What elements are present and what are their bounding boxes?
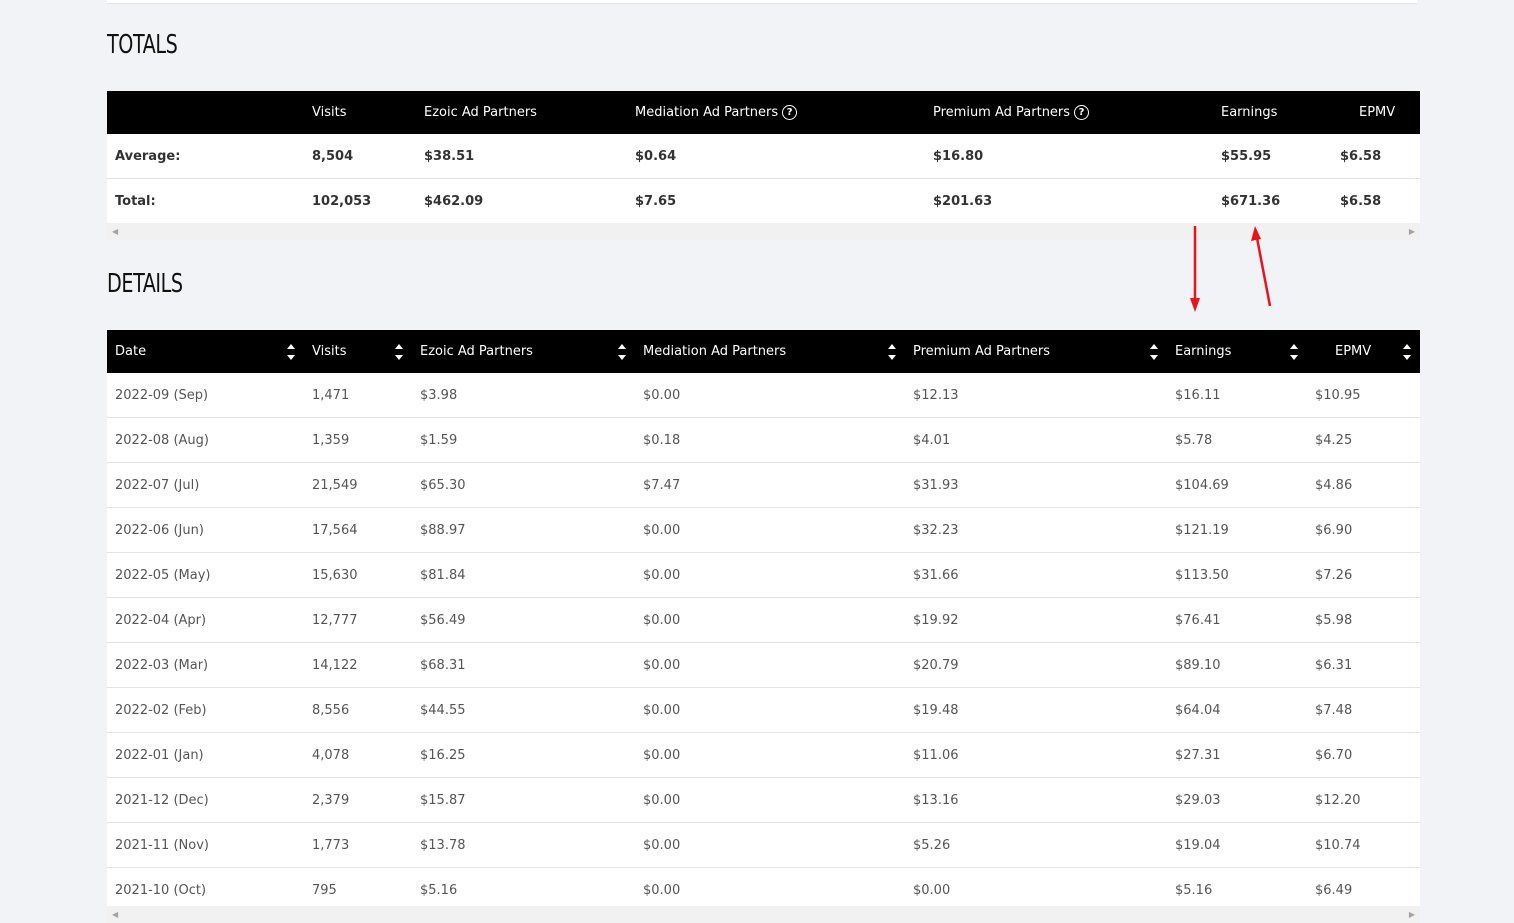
- annotation-arrow-down: [1190, 226, 1200, 312]
- annotation-arrow-up: [1251, 226, 1272, 307]
- annotation-arrows: [1190, 226, 1272, 312]
